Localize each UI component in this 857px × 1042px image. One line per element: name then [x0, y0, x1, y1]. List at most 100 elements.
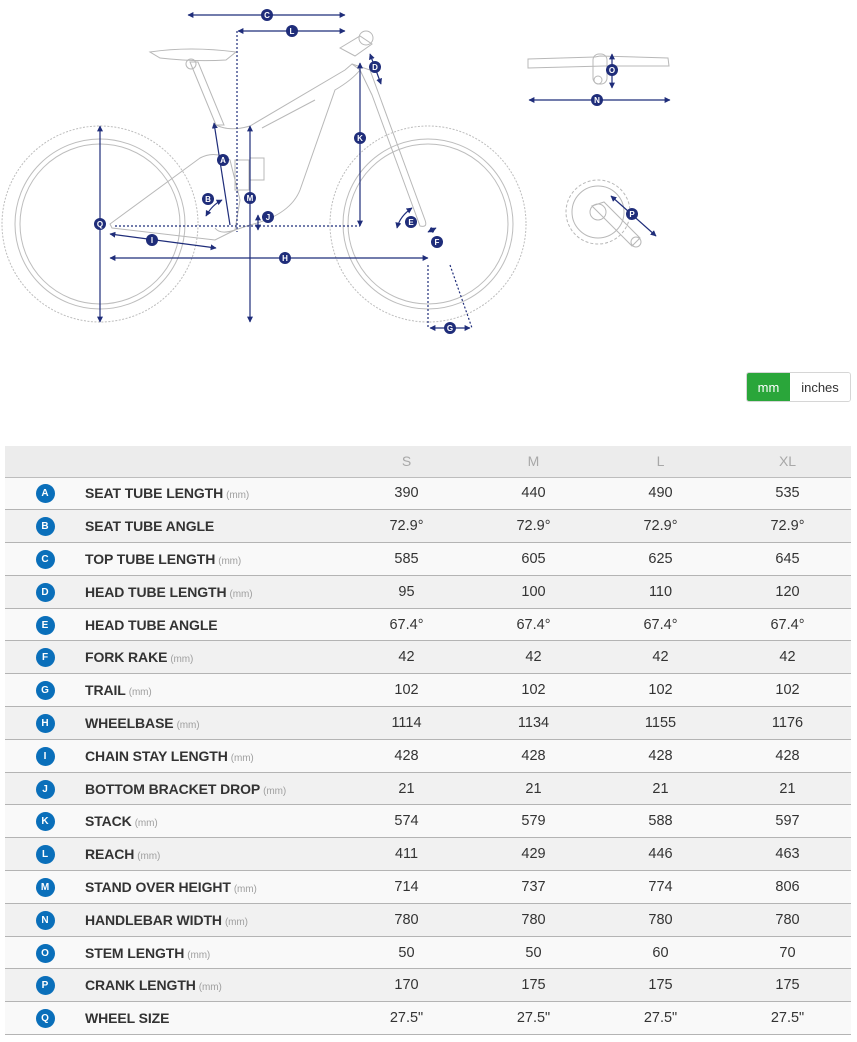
- measurement-unit: (mm): [263, 785, 287, 797]
- value-cell: 67.4°: [516, 616, 551, 633]
- label-i: I: [146, 234, 158, 246]
- value-cell: 72.9°: [770, 518, 805, 535]
- svg-text:H: H: [282, 254, 288, 263]
- label-b: B: [202, 193, 214, 205]
- value-cell: 102: [521, 682, 546, 699]
- measurement-label-cell: WHEEL SIZE: [85, 1002, 343, 1035]
- value-cell: 428: [394, 747, 419, 764]
- label-l: L: [286, 25, 298, 37]
- measurement-label: SEAT TUBE LENGTH: [85, 485, 224, 502]
- measurement-label: WHEEL SIZE: [85, 1010, 170, 1027]
- value-cell: 102: [648, 682, 673, 699]
- table-row: K STACK (mm) 574 579 588 597: [5, 804, 851, 838]
- handlebar-drawing: [527, 53, 670, 85]
- dimension-letter-badge: L: [35, 845, 55, 865]
- label-q: Q: [94, 218, 106, 230]
- value-cell: 72.9°: [516, 518, 551, 535]
- svg-text:K: K: [357, 134, 363, 143]
- value-cell: 110: [648, 583, 673, 600]
- value-cell: 429: [521, 846, 546, 863]
- value-cell: 605: [521, 550, 546, 567]
- measurement-unit: (mm): [187, 949, 211, 961]
- value-cell: 70: [779, 944, 796, 961]
- value-cell: 428: [775, 747, 800, 764]
- badge-cell: H: [5, 707, 85, 740]
- measurement-label: HANDLEBAR WIDTH: [85, 911, 222, 928]
- value-cell: 72.9°: [389, 518, 424, 535]
- measurement-unit: (mm): [170, 654, 194, 666]
- svg-text:A: A: [220, 156, 226, 165]
- geometry-table: S M L XL A SEAT TUBE LENGTH (mm) 390 440 490 5…: [5, 446, 851, 1035]
- value-cell: 21: [398, 780, 415, 797]
- dimension-letter-badge: F: [35, 648, 55, 668]
- value-cell: 645: [775, 550, 800, 567]
- value-cell: 780: [521, 911, 546, 928]
- header-badge-col: [5, 446, 85, 478]
- svg-text:B: B: [205, 195, 211, 204]
- measurement-label-cell: CRANK LENGTH (mm): [85, 969, 343, 1002]
- header-size-s: S: [343, 446, 470, 478]
- value-cell: 579: [521, 813, 546, 830]
- value-cell: 27.5": [643, 1010, 678, 1027]
- measurement-label-cell: TRAIL (mm): [85, 674, 343, 707]
- table-row: P CRANK LENGTH (mm) 170 175 175 175: [5, 968, 851, 1002]
- value-cell: 585: [394, 550, 419, 567]
- units-mm-button[interactable]: mm: [747, 373, 790, 401]
- table-row: B SEAT TUBE ANGLE 72.9° 72.9° 72.9° 72.9°: [5, 509, 851, 543]
- value-cell: 411: [394, 846, 419, 863]
- table-row: I CHAIN STAY LENGTH (mm) 428 428 428 428: [5, 739, 851, 773]
- measurement-label-cell: REACH (mm): [85, 838, 343, 871]
- badge-cell: O: [5, 936, 85, 969]
- badge-cell: A: [5, 477, 85, 510]
- value-cell: 175: [521, 977, 546, 994]
- label-f: F: [431, 236, 443, 248]
- measurement-unit: (mm): [229, 588, 253, 600]
- label-a: A: [217, 154, 229, 166]
- table-row: Q WHEEL SIZE 27.5" 27.5" 27.5" 27.5": [5, 1001, 851, 1035]
- value-cell: 67.4°: [389, 616, 424, 633]
- measurement-label: STAND OVER HEIGHT: [85, 878, 231, 895]
- value-cell: 50: [525, 944, 542, 961]
- measurement-label: WHEELBASE: [85, 714, 174, 731]
- measurement-label-cell: HEAD TUBE LENGTH (mm): [85, 575, 343, 608]
- value-cell: 490: [648, 485, 673, 502]
- units-inches-button[interactable]: inches: [790, 373, 850, 401]
- measurement-label: SEAT TUBE ANGLE: [85, 518, 215, 535]
- measurement-label: STEM LENGTH: [85, 944, 185, 961]
- header-size-m: M: [470, 446, 597, 478]
- value-cell: 60: [652, 944, 669, 961]
- header-size-l: L: [597, 446, 724, 478]
- dimension-letter-badge: P: [35, 976, 55, 996]
- measurement-label-cell: BOTTOM BRACKET DROP (mm): [85, 772, 343, 805]
- measurement-label: TOP TUBE LENGTH: [85, 550, 216, 567]
- svg-text:D: D: [372, 63, 378, 72]
- label-o: O: [606, 64, 618, 76]
- badge-cell: Q: [5, 1002, 85, 1035]
- dimension-letter-badge: I: [35, 746, 55, 766]
- measurement-label: HEAD TUBE LENGTH: [85, 583, 227, 600]
- value-cell: 714: [394, 878, 419, 895]
- measurement-unit: (mm): [218, 555, 242, 567]
- dimension-lines: [97, 12, 671, 331]
- table-row: G TRAIL (mm) 102 102 102 102: [5, 673, 851, 707]
- value-cell: 428: [521, 747, 546, 764]
- svg-text:O: O: [609, 66, 615, 75]
- table-row: H WHEELBASE (mm) 1114 1134 1155 1176: [5, 706, 851, 740]
- dimension-letter-badge: D: [35, 582, 55, 602]
- value-cell: 780: [775, 911, 800, 928]
- bike-geometry-drawing: C L D K A B M J Q I H E F G O N P: [1, 9, 671, 334]
- dimension-letter-badge: H: [35, 713, 55, 733]
- table-row: F FORK RAKE (mm) 42 42 42 42: [5, 640, 851, 674]
- measurement-label-cell: TOP TUBE LENGTH (mm): [85, 543, 343, 576]
- label-e: E: [405, 216, 417, 228]
- badge-cell: P: [5, 969, 85, 1002]
- value-cell: 574: [394, 813, 419, 830]
- table-row: E HEAD TUBE ANGLE 67.4° 67.4° 67.4° 67.4°: [5, 608, 851, 641]
- label-c: C: [261, 9, 273, 21]
- value-cell: 21: [652, 780, 669, 797]
- label-p: P: [626, 208, 638, 220]
- value-cell: 67.4°: [643, 616, 678, 633]
- header-label-col: [85, 446, 343, 478]
- measurement-label: BOTTOM BRACKET DROP: [85, 780, 261, 797]
- badge-cell: I: [5, 739, 85, 772]
